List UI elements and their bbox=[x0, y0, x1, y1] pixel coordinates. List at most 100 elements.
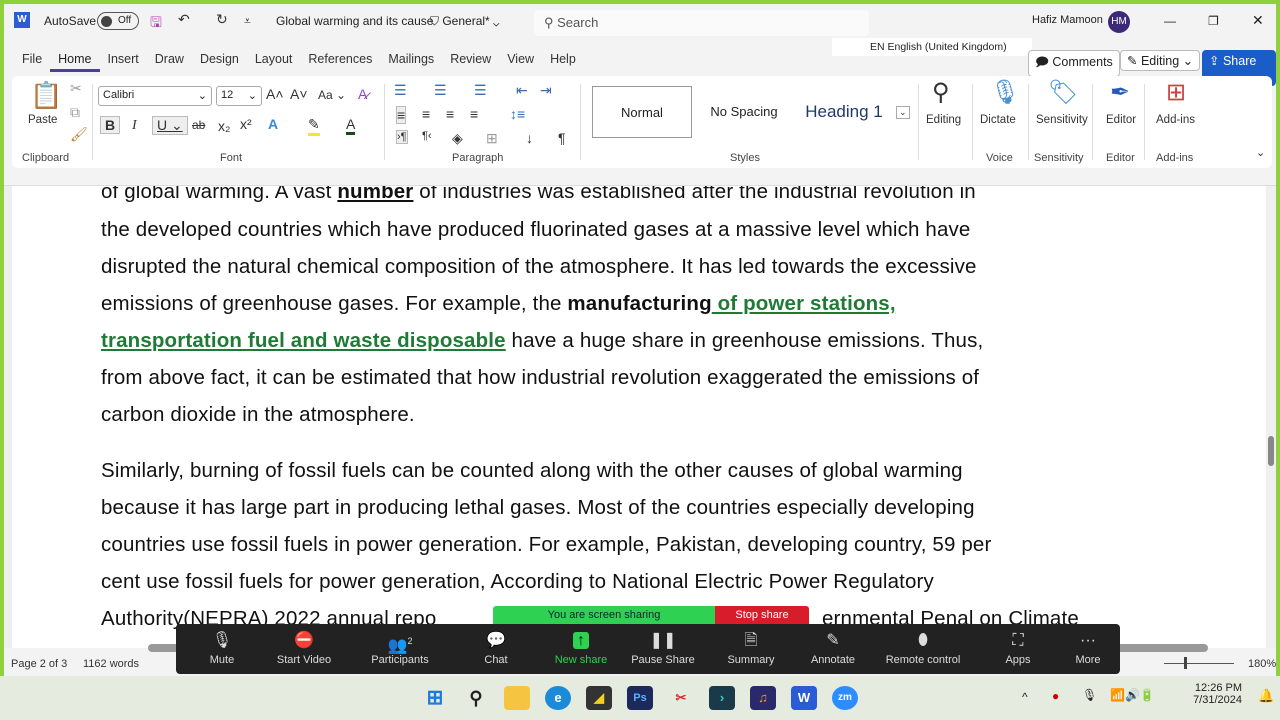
tab-file[interactable]: File bbox=[14, 48, 50, 72]
apps-button[interactable]: ⛶ Apps bbox=[978, 628, 1058, 666]
tab-draw[interactable]: Draw bbox=[147, 48, 192, 72]
add-ins-icon[interactable]: ⊞ bbox=[1166, 78, 1186, 107]
snipping-tool-icon[interactable]: ✂ bbox=[668, 686, 694, 710]
sort-icon[interactable]: ↓ bbox=[526, 130, 533, 146]
bold-button[interactable]: B bbox=[100, 116, 121, 134]
superscript-button[interactable]: x² bbox=[240, 116, 252, 132]
numbering-icon[interactable]: ☰ bbox=[434, 82, 447, 99]
text-effects-icon[interactable]: A bbox=[268, 116, 278, 132]
sensitivity-label[interactable]: ⛉ General* ⌄ bbox=[430, 14, 500, 29]
borders-icon[interactable]: ⊞ bbox=[486, 130, 498, 147]
sensitivity-button[interactable]: Sensitivity bbox=[1036, 114, 1088, 126]
comments-button[interactable]: 🗩 Comments bbox=[1028, 50, 1120, 77]
ltr-icon[interactable]: ›¶ bbox=[396, 130, 408, 144]
change-case-button[interactable]: Aa ⌄ bbox=[318, 88, 346, 102]
sensitivity-icon[interactable]: 🏷 bbox=[1048, 78, 1078, 107]
font-name-select[interactable]: Calibri ⌄ bbox=[98, 86, 212, 106]
grow-font-icon[interactable]: A˄ bbox=[266, 86, 284, 102]
redo-icon[interactable]: ↻ bbox=[216, 11, 228, 28]
multilevel-list-icon[interactable]: ☰ bbox=[474, 82, 487, 99]
show-marks-icon[interactable]: ¶ bbox=[558, 130, 566, 146]
align-right-icon[interactable]: ≡ bbox=[446, 106, 454, 122]
bullets-icon[interactable]: ☰ bbox=[394, 82, 407, 99]
windows-start-icon[interactable]: ⊞ bbox=[422, 686, 448, 710]
word-taskbar-icon[interactable]: W bbox=[791, 686, 817, 710]
document-page[interactable]: of global warming. A vast number of indu… bbox=[12, 186, 1266, 648]
microphone-icon[interactable]: 🎙 bbox=[990, 78, 1020, 107]
editing-mode-button[interactable]: ✎ Editing ⌄ bbox=[1120, 50, 1201, 71]
file-explorer-icon[interactable] bbox=[504, 686, 530, 710]
cut-icon[interactable]: ✂ bbox=[70, 80, 82, 97]
decrease-indent-icon[interactable]: ⇤ bbox=[516, 82, 528, 99]
minimize-button[interactable]: — bbox=[1164, 14, 1176, 28]
tab-review[interactable]: Review bbox=[442, 48, 499, 72]
rtl-icon[interactable]: ¶‹ bbox=[422, 130, 432, 142]
subscript-button[interactable]: x₂ bbox=[218, 118, 230, 134]
mute-button[interactable]: 🎙 Mute bbox=[182, 628, 262, 666]
customize-qat-icon[interactable]: ⩡ bbox=[244, 14, 251, 29]
tray-app-icon[interactable]: ● bbox=[1052, 689, 1059, 703]
zoom-slider[interactable] bbox=[1164, 656, 1244, 670]
photoshop-icon[interactable]: Ps bbox=[627, 686, 653, 710]
word-count[interactable]: 1162 words bbox=[83, 658, 139, 670]
chat-button[interactable]: 💬 Chat bbox=[456, 628, 536, 666]
stop-share-button[interactable]: Stop share bbox=[715, 606, 809, 624]
clear-formatting-icon[interactable]: A̷ bbox=[358, 86, 367, 102]
add-ins-button[interactable]: Add-ins bbox=[1156, 114, 1195, 126]
collapse-ribbon-icon[interactable]: ⌄ bbox=[1256, 146, 1265, 159]
style-normal[interactable]: Normal bbox=[592, 86, 692, 138]
tab-home[interactable]: Home bbox=[50, 48, 100, 72]
tab-view[interactable]: View bbox=[499, 48, 542, 72]
line-spacing-icon[interactable]: ↕≡ bbox=[510, 106, 525, 122]
annotate-button[interactable]: ✎ Annotate bbox=[793, 628, 873, 666]
new-share-button[interactable]: ↑ New share bbox=[541, 628, 621, 666]
copy-icon[interactable]: ⧉ bbox=[70, 104, 80, 121]
search-input[interactable]: ⚲ Search bbox=[534, 10, 869, 36]
search-icon[interactable]: ⚲ bbox=[463, 686, 489, 710]
style-no-spacing[interactable]: No Spacing bbox=[694, 86, 794, 138]
increase-indent-icon[interactable]: ⇥ bbox=[540, 82, 552, 99]
participants-button[interactable]: 👥2 Participants bbox=[360, 628, 440, 666]
dictate-button[interactable]: Dictate bbox=[980, 114, 1016, 126]
align-center-icon[interactable]: ≡ bbox=[422, 106, 430, 122]
audio-app-icon[interactable]: ♫ bbox=[750, 686, 776, 710]
tab-references[interactable]: References bbox=[300, 48, 380, 72]
paste-button[interactable]: Paste bbox=[28, 114, 57, 126]
save-icon[interactable]: 🖫 bbox=[150, 12, 162, 36]
font-size-select[interactable]: 12 ⌄ bbox=[216, 86, 262, 106]
tab-mailings[interactable]: Mailings bbox=[380, 48, 442, 72]
font-color-icon[interactable]: A bbox=[346, 116, 356, 135]
styles-more-icon[interactable]: ⌄ bbox=[896, 106, 910, 119]
find-icon[interactable]: ⚲ bbox=[932, 78, 950, 107]
page-count[interactable]: Page 2 of 3 bbox=[11, 658, 67, 670]
show-hidden-icons[interactable]: ^ bbox=[1022, 690, 1028, 704]
summary-button[interactable]: 🗎 Summary bbox=[711, 628, 791, 666]
paste-icon[interactable]: 📋 bbox=[30, 80, 62, 111]
vertical-scrollbar[interactable] bbox=[1266, 186, 1276, 648]
italic-button[interactable]: I bbox=[132, 118, 137, 134]
pause-share-button[interactable]: ❚❚ Pause Share bbox=[623, 628, 703, 666]
editing-button[interactable]: Editing bbox=[926, 114, 961, 126]
clock[interactable]: 12:26 PM 7/31/2024 bbox=[1186, 682, 1242, 706]
style-heading-1[interactable]: Heading 1 bbox=[794, 86, 894, 138]
shading-icon[interactable]: ◈ bbox=[452, 130, 463, 147]
notification-bell-icon[interactable]: 🔔 bbox=[1258, 688, 1274, 704]
align-left-icon[interactable]: ≡ bbox=[396, 106, 407, 124]
close-button[interactable]: ✕ bbox=[1252, 12, 1264, 29]
start-video-button[interactable]: ⛔ Start Video bbox=[264, 628, 344, 666]
shrink-font-icon[interactable]: A˅ bbox=[290, 86, 308, 102]
zoom-level[interactable]: 180% bbox=[1248, 658, 1276, 670]
zoom-taskbar-icon[interactable]: zm bbox=[832, 686, 858, 710]
more-button[interactable]: ··· More bbox=[1048, 628, 1128, 666]
edge-icon[interactable]: e bbox=[545, 686, 571, 710]
autosave-toggle[interactable]: Off bbox=[97, 12, 139, 30]
tab-layout[interactable]: Layout bbox=[247, 48, 301, 72]
tab-insert[interactable]: Insert bbox=[100, 48, 147, 72]
format-painter-icon[interactable]: 🖌 bbox=[70, 126, 88, 143]
horizontal-ruler[interactable] bbox=[4, 170, 1276, 186]
sticky-app-icon[interactable]: ◢ bbox=[586, 686, 612, 710]
tab-design[interactable]: Design bbox=[192, 48, 247, 72]
microphone-tray-icon[interactable]: 🎙 bbox=[1082, 688, 1097, 702]
network-volume-battery-icon[interactable]: 📶🔊🔋 bbox=[1110, 688, 1155, 702]
app-icon[interactable]: › bbox=[709, 686, 735, 710]
